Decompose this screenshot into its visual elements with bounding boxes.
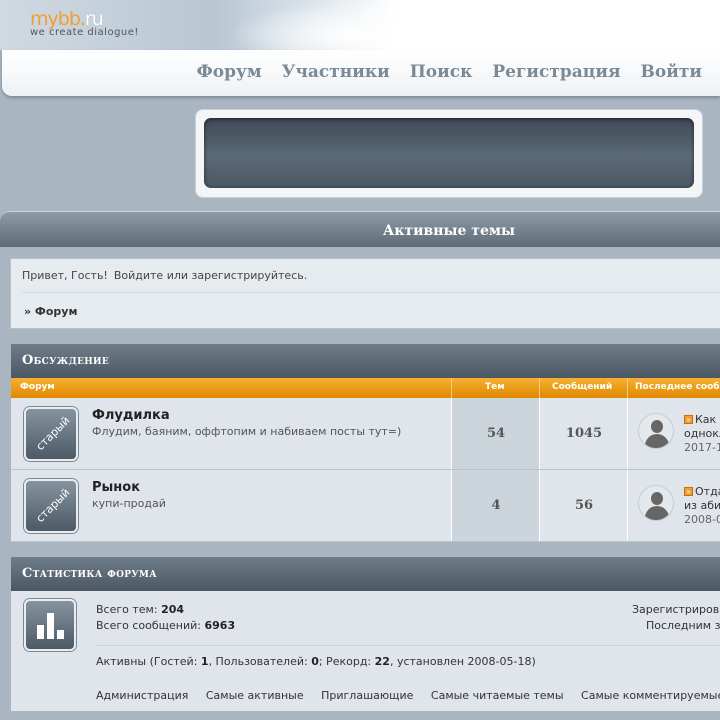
- main-nav: Форум Участники Поиск Регистрация Войти: [2, 50, 720, 96]
- last-post-link[interactable]: Отда: [695, 485, 720, 498]
- last-post-date: 2017-1: [684, 441, 720, 454]
- last-post-text: »Как однокл 2017-1: [684, 413, 720, 455]
- nav-search[interactable]: Поиск: [410, 62, 473, 82]
- last-registered: Последним з: [646, 619, 720, 632]
- forum-old-icon: старый: [24, 479, 78, 533]
- topics-count-cell: 54: [451, 398, 539, 469]
- divider: [22, 292, 720, 293]
- avatar[interactable]: [638, 485, 674, 521]
- last-post-link[interactable]: Как: [695, 413, 716, 426]
- page-title: Активные темы: [382, 223, 516, 239]
- forum-title[interactable]: Рынок: [92, 480, 140, 495]
- link-most-active[interactable]: Самые активные: [206, 689, 304, 702]
- posts-count: 56: [574, 498, 594, 513]
- forum-description: купи-продай: [92, 497, 166, 510]
- forum-description: Флудим, баяним, оффтопим и набиваем пост…: [92, 425, 402, 438]
- col-forum: Форум: [20, 382, 55, 392]
- last-post-title-cont[interactable]: однокл: [684, 427, 720, 440]
- link-most-commented[interactable]: Самые комментируемые т: [581, 689, 720, 702]
- guest-welcome-box: Привет, Гость! Войдите или зарегистрируйт…: [10, 258, 720, 329]
- column-header-row: Форум Тем Сообщений Последнее сооб: [11, 378, 720, 398]
- stats-links: Администрация Самые активные Приглашающи…: [96, 689, 720, 702]
- new-post-icon: »: [684, 415, 693, 424]
- registered-users: Зарегистриров: [632, 603, 720, 616]
- banner-frame: [195, 109, 703, 198]
- col-divider: [627, 378, 628, 398]
- total-posts: Всего сообщений: 6963: [96, 619, 236, 632]
- nav-login[interactable]: Войти: [641, 62, 702, 82]
- nav-forum[interactable]: Форум: [197, 62, 262, 82]
- forum-category: Обсуждение Форум Тем Сообщений Последнее…: [10, 343, 720, 542]
- nav-register[interactable]: Регистрация: [492, 62, 620, 82]
- total-topics: Всего тем: 204: [96, 603, 185, 616]
- last-post-text: »Отда из аби 2008-0: [684, 485, 720, 527]
- last-post-cell: »Как однокл 2017-1: [627, 398, 720, 469]
- nav-members[interactable]: Участники: [282, 62, 390, 82]
- last-post-date: 2008-0: [684, 513, 720, 526]
- site-logo[interactable]: mybb.ru we create dialogue!: [30, 8, 139, 38]
- guest-greeting: Привет, Гость! Войдите или зарегистрируйт…: [22, 269, 307, 282]
- topics-count-cell: 4: [451, 470, 539, 541]
- logo-tagline: we create dialogue!: [30, 27, 139, 38]
- posts-count: 1045: [565, 426, 603, 441]
- banner-area: [204, 118, 694, 188]
- posts-count-cell: 1045: [539, 398, 627, 469]
- col-last-post: Последнее сооб: [635, 382, 720, 392]
- active-users: Активны (Гостей: 1, Пользователей: 0; Ре…: [96, 655, 536, 668]
- new-post-icon: »: [684, 487, 693, 496]
- breadcrumb[interactable]: » Форум: [24, 305, 77, 318]
- col-topics: Тем: [485, 382, 505, 392]
- link-administration[interactable]: Администрация: [96, 689, 188, 702]
- last-post-cell: »Отда из аби 2008-0: [627, 470, 720, 541]
- col-divider: [451, 378, 452, 398]
- posts-count-cell: 56: [539, 470, 627, 541]
- forum-statistics: Статистика форума Всего тем: 204 Всего с…: [10, 556, 720, 712]
- topics-count: 4: [491, 498, 501, 513]
- page-title-bar: Активные темы: [0, 211, 720, 247]
- col-posts: Сообщений: [552, 382, 613, 392]
- link-inviters[interactable]: Приглашающие: [321, 689, 413, 702]
- greeting-text: Привет, Гость!: [22, 269, 108, 282]
- login-register-link[interactable]: Войдите или зарегистрируйтесь.: [114, 269, 307, 282]
- forum-row-rynok: старый Рынок купи-продай 4 56 »Отда из а…: [11, 470, 720, 542]
- last-post-title-cont[interactable]: из аби: [684, 499, 720, 512]
- forum-title[interactable]: Флудилка: [92, 408, 170, 423]
- header-cloud-decoration: [230, 0, 430, 50]
- stats-title: Статистика форума: [11, 557, 720, 591]
- col-divider: [539, 378, 540, 398]
- forum-old-icon: старый: [24, 407, 78, 461]
- divider: [96, 645, 720, 646]
- topics-count: 54: [486, 426, 506, 441]
- avatar[interactable]: [638, 413, 674, 449]
- category-title[interactable]: Обсуждение: [11, 344, 720, 378]
- stats-chart-icon: [24, 599, 76, 651]
- header: mybb.ru we create dialogue!: [0, 0, 720, 50]
- link-most-read[interactable]: Самые читаемые темы: [431, 689, 564, 702]
- forum-row-fludilka: старый Флудилка Флудим, баяним, оффтопим…: [11, 398, 720, 470]
